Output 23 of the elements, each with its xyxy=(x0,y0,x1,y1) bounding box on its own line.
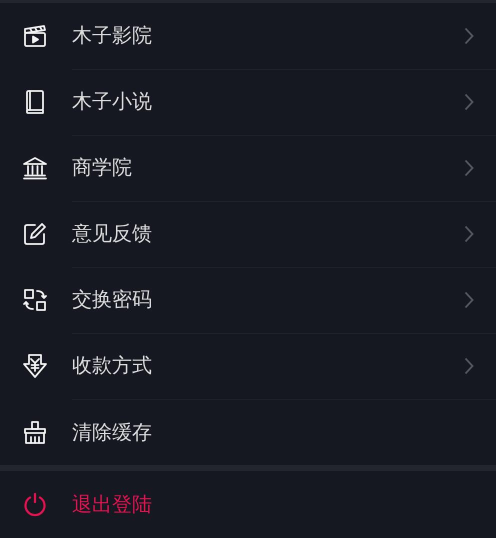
menu-label: 商学院 xyxy=(72,154,133,181)
menu-item[interactable]: 商学院 xyxy=(0,135,496,201)
menu-item[interactable]: 清除缓存 xyxy=(0,399,496,465)
menu-item[interactable]: 意见反馈 xyxy=(0,201,496,267)
clapperboard-icon xyxy=(22,23,48,49)
menu-item[interactable]: 木子小说 xyxy=(0,69,496,135)
edit-icon xyxy=(22,221,48,247)
menu-label: 木子小说 xyxy=(72,88,153,115)
logout-label: 退出登陆 xyxy=(72,491,153,518)
logout-item[interactable]: 退出登陆 xyxy=(0,471,496,538)
menu-label: 收款方式 xyxy=(72,352,153,379)
menu-label: 意见反馈 xyxy=(72,220,153,247)
menu-label: 清除缓存 xyxy=(72,418,153,446)
bank-icon xyxy=(22,155,48,181)
menu-label: 交换密码 xyxy=(72,286,153,313)
menu-item[interactable]: 收款方式 xyxy=(0,333,496,399)
menu-label: 木子影院 xyxy=(72,22,153,49)
swap-icon xyxy=(22,287,48,313)
menu-item[interactable]: 木子影院 xyxy=(0,3,496,69)
yen-arrow-icon xyxy=(22,353,48,379)
power-icon xyxy=(22,492,48,518)
menu-item[interactable]: 交换密码 xyxy=(0,267,496,333)
broom-icon xyxy=(22,419,48,445)
